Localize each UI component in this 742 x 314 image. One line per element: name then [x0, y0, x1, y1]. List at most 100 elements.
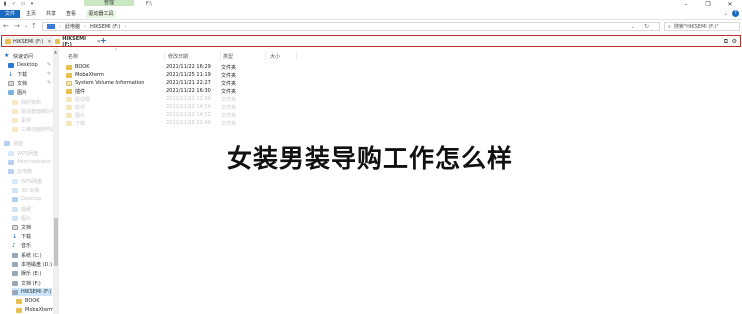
file-date: 2021/11/22 16:30 [166, 88, 211, 94]
nav-item-desktop[interactable]: Desktop [8, 61, 38, 69]
nav-item-videos[interactable]: 视频 [12, 205, 31, 213]
file-row[interactable]: BOOK 2021/11/22 16:29 文件夹 [66, 63, 261, 71]
nav-item-drive-d[interactable]: 本地磁盘 (D:) [12, 260, 52, 268]
file-row[interactable]: 图片 2021/11/22 14:52 文件夹 [66, 111, 261, 119]
nav-item-wps-cloud[interactable]: WPS网盘 [12, 177, 42, 185]
folder-icon [16, 307, 22, 313]
desktop-icon [8, 62, 14, 68]
nav-item-pictures[interactable]: 图片 [8, 88, 27, 96]
column-divider[interactable] [164, 51, 165, 60]
restore-icon[interactable]: ❐ [698, 0, 718, 9]
file-type: 文件夹 [221, 64, 237, 71]
file-name: 下载 [75, 120, 86, 127]
quick-access-toolbar: ▮ ✓ ▭ ▾ [2, 1, 35, 7]
nav-item-folder[interactable]: 三维动画制作品 [12, 125, 56, 133]
customize-toolbar-icon[interactable]: ▾ [29, 1, 35, 7]
up-arrow-icon[interactable]: ↑ [31, 22, 37, 30]
close-tab-icon[interactable]: ✕ [47, 39, 51, 45]
column-header-date[interactable]: 修改日期 [168, 53, 188, 60]
navigation-pane: ★ 快速访问 Desktop ✎ ↓ 下载 ✎ 文档 ✎ 图片 我的资料 驱动表… [0, 48, 60, 314]
file-row[interactable]: 下载 2021/11/26 22:40 文件夹 [66, 119, 261, 127]
tab-view[interactable]: 查看 [62, 10, 80, 18]
folder-tab[interactable]: HIKSEMI (F:) ✕ [5, 37, 53, 46]
cloud-icon [8, 150, 14, 156]
nav-item-hiksemi[interactable]: HIKSEMI (F:) [12, 288, 52, 296]
video-icon [12, 206, 18, 212]
nav-item-downloads[interactable]: ↓ 下载 [8, 70, 27, 78]
nav-item-quick-access[interactable]: ★ 快速访问 [4, 52, 33, 60]
nav-item-mobaxterm[interactable]: MobaXterm [16, 306, 54, 314]
tab-home[interactable]: 主页 [22, 10, 40, 18]
properties-icon[interactable]: ✓ [11, 1, 17, 7]
close-icon[interactable]: ✕ [720, 0, 740, 9]
nav-item-label: 此电脑 [17, 168, 33, 175]
recent-locations-icon[interactable]: ⌄ [24, 23, 28, 29]
tab-file[interactable]: 文件 [0, 10, 20, 18]
column-header-type[interactable]: 类型 [223, 53, 233, 60]
nav-item-drive-f[interactable]: 文档 (F:) [12, 279, 41, 287]
download-icon: ↓ [8, 70, 14, 78]
download-icon: ↓ [12, 232, 18, 240]
column-divider[interactable] [296, 51, 297, 60]
nav-item-documents[interactable]: 文档 [12, 223, 31, 231]
nav-item-folder[interactable]: 驱动表面细分析 [12, 107, 56, 115]
back-arrow-icon[interactable]: ← [3, 22, 9, 30]
nav-item-desktop[interactable]: Desktop [12, 195, 42, 203]
nav-item-pictures[interactable]: 图片 [12, 214, 31, 222]
pin-icon: ✎ [47, 62, 52, 68]
file-row[interactable]: System Volume Information 2021/11/21 22:… [66, 79, 261, 87]
file-list: ⌃ 名称 修改日期 类型 大小 BOOK 2021/11/22 16:29 文件… [60, 48, 742, 314]
nav-item-this-pc[interactable]: 此电脑 [8, 167, 32, 175]
nav-item-downloads[interactable]: ↓ 下载 [12, 232, 31, 240]
nav-item-label: 桌面 [13, 140, 24, 147]
file-row[interactable]: 软件 2021/11/22 14:54 文件夹 [66, 103, 261, 111]
address-bar[interactable]: › 此电脑 › HIKSEMI (F:) › ⌄ ↻ [42, 22, 660, 31]
nav-item-book[interactable]: BOOK [16, 297, 40, 305]
ribbon-tabs: 文件 主页 共享 查看 驱动器工具 ⌄ ? [0, 9, 742, 20]
nav-item-documents[interactable]: 文档 [8, 79, 27, 87]
settings-gear-icon[interactable]: ⚙ [732, 38, 737, 45]
scroll-up-arrow-icon[interactable]: ▲ [54, 49, 57, 54]
forward-arrow-icon[interactable]: → [14, 22, 20, 30]
file-name: System Volume Information [75, 80, 145, 86]
tab-drive-tools[interactable]: 驱动器工具 [86, 10, 116, 18]
column-header-size[interactable]: 大小 [270, 53, 280, 60]
address-dropdown-icon[interactable]: ⌄ [631, 24, 635, 30]
nav-item-drive-e[interactable]: 娱乐 (E:) [12, 269, 41, 277]
tab-list-icon[interactable]: ⧉ [724, 38, 728, 46]
star-icon: ★ [4, 52, 10, 59]
column-divider[interactable] [265, 51, 266, 60]
column-divider[interactable] [220, 51, 221, 60]
nav-item-wps-cloud[interactable]: WPS网盘 [8, 149, 38, 157]
folder-tab-active[interactable]: HIKSEMI (F:) ✕ [55, 36, 101, 48]
nav-item-3d-objects[interactable]: 3D 对象 [12, 186, 40, 194]
tab-share[interactable]: 共享 [42, 10, 60, 18]
refresh-icon[interactable]: ↻ [644, 23, 649, 30]
column-header-name[interactable]: 名称 [68, 53, 78, 60]
nav-item-drive-c[interactable]: 系统 (C:) [12, 251, 42, 259]
breadcrumb-separator: › [124, 23, 127, 30]
breadcrumb-this-pc[interactable]: 此电脑 [65, 23, 80, 30]
file-row[interactable]: 插件 2021/11/22 16:30 文件夹 [66, 87, 261, 95]
nav-item-folder[interactable]: 我的资料 [12, 98, 41, 106]
minimize-icon[interactable]: – [676, 0, 696, 9]
breadcrumb-drive[interactable]: HIKSEMI (F:) [90, 24, 120, 30]
nav-item-desktop-root[interactable]: 桌面 [4, 139, 23, 147]
nav-scrollbar[interactable] [53, 48, 59, 314]
nav-item-folder[interactable]: 素材 [12, 116, 31, 124]
file-type: 文件夹 [221, 88, 237, 95]
new-folder-icon[interactable]: ▭ [20, 1, 26, 7]
nav-item-label: HIKSEMI (F:) [21, 289, 52, 295]
folder-icon [12, 108, 18, 114]
nav-scrollbar-thumb[interactable] [54, 218, 58, 266]
file-row[interactable]: 驱动程 2021/11/22 22:00 文件夹 [66, 95, 261, 103]
new-tab-button[interactable]: + [100, 36, 107, 46]
help-icon[interactable]: ? [732, 10, 739, 17]
file-row[interactable]: MobaXterm 2021/11/25 11:19 文件夹 [66, 71, 261, 79]
file-name: 软件 [75, 104, 86, 111]
context-tab-manage[interactable]: 管理 [84, 0, 134, 6]
nav-item-music[interactable]: ♪ 音乐 [12, 241, 31, 249]
search-input[interactable]: ⌕ 搜索"HIKSEMI (F:)" [664, 22, 740, 31]
expand-ribbon-icon[interactable]: ⌄ [723, 10, 728, 17]
nav-item-user[interactable]: Administrator [8, 158, 51, 166]
